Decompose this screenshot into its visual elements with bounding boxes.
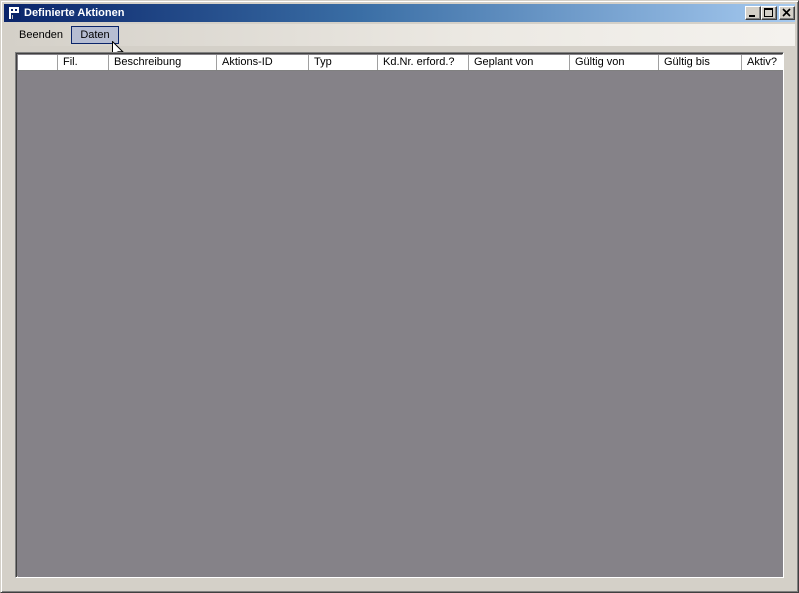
window-title: Definierte Aktionen <box>24 7 125 19</box>
table-header: Fil. Beschreibung Aktions-ID Typ Kd.Nr. … <box>18 55 783 71</box>
minimize-icon <box>749 15 755 17</box>
maximize-icon <box>764 8 773 17</box>
close-button[interactable] <box>779 6 795 20</box>
table-body[interactable] <box>18 71 783 577</box>
column-header-typ[interactable]: Typ <box>309 55 378 70</box>
column-header-selector[interactable] <box>18 55 58 70</box>
column-header-geplant-von[interactable]: Geplant von <box>469 55 570 70</box>
menu-item-beenden[interactable]: Beenden <box>12 26 70 44</box>
maximize-button[interactable] <box>761 6 777 20</box>
column-header-gueltig-von[interactable]: Gültig von <box>570 55 659 70</box>
main-window: Definierte Aktionen Beenden Daten Fil. B… <box>0 0 799 593</box>
column-header-filiale[interactable]: Fil. <box>58 55 109 70</box>
column-header-kd-nr-erforderlich[interactable]: Kd.Nr. erford.? <box>378 55 469 70</box>
column-header-gueltig-bis[interactable]: Gültig bis <box>659 55 742 70</box>
actions-table[interactable]: Fil. Beschreibung Aktions-ID Typ Kd.Nr. … <box>15 52 784 578</box>
minimize-button[interactable] <box>745 6 761 20</box>
close-icon <box>782 8 791 17</box>
column-header-aktions-id[interactable]: Aktions-ID <box>217 55 309 70</box>
column-header-beschreibung[interactable]: Beschreibung <box>109 55 217 70</box>
app-icon[interactable] <box>6 5 22 21</box>
column-header-aktiv[interactable]: Aktiv? <box>742 55 783 70</box>
title-bar[interactable]: Definierte Aktionen <box>4 4 795 22</box>
